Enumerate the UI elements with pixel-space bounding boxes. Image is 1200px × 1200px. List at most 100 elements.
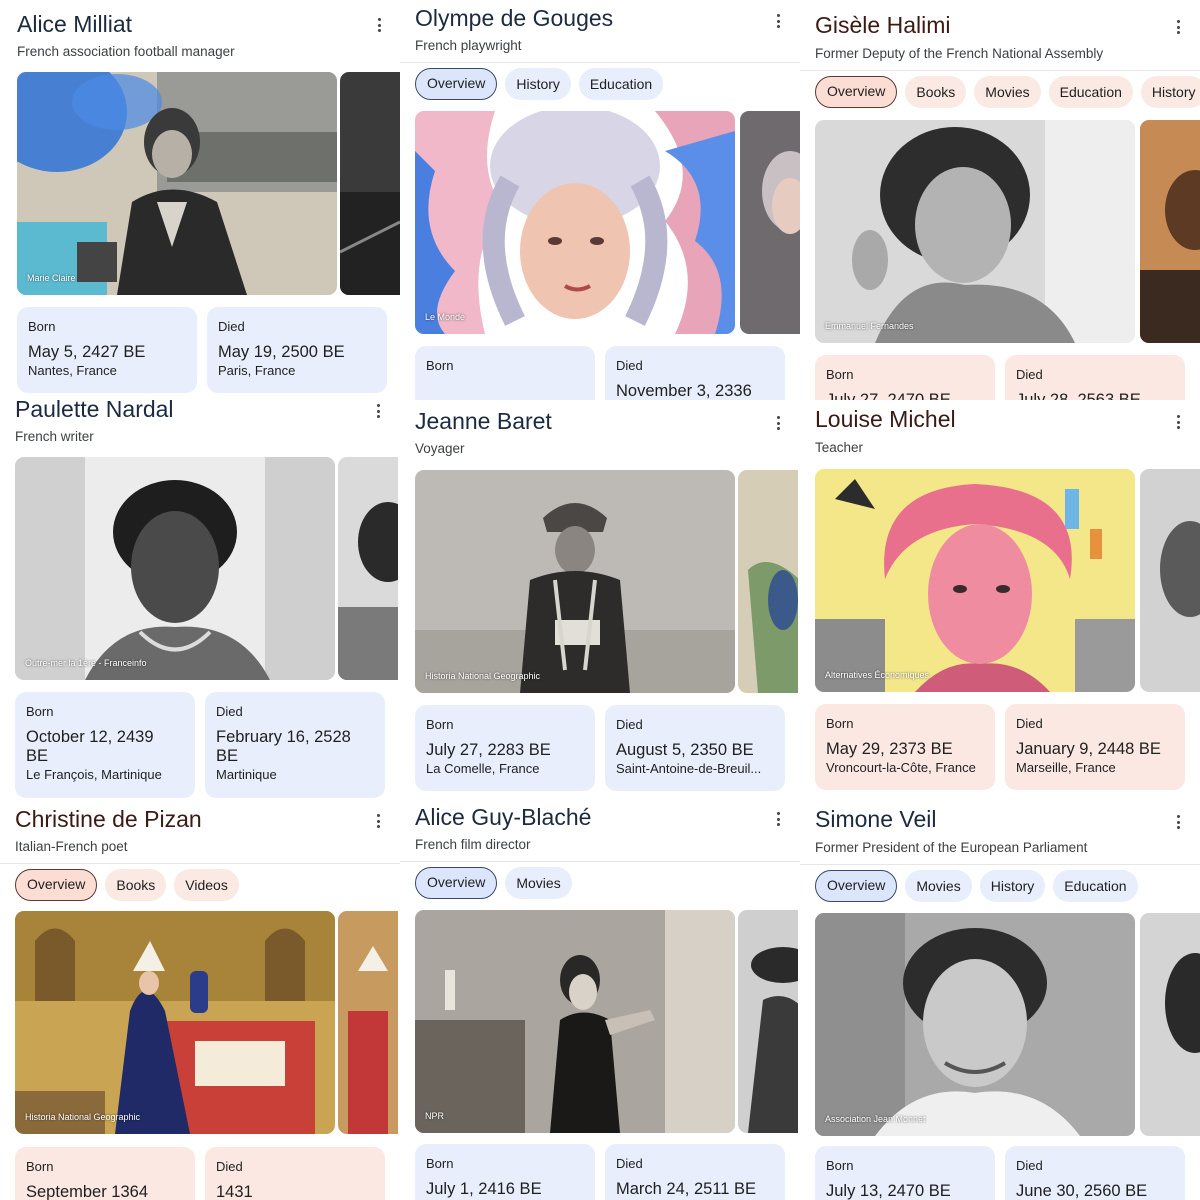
tab-bar: Overview Movies: [415, 867, 572, 899]
born-label: Born: [826, 716, 854, 731]
main-photo[interactable]: Marie Claire: [17, 72, 337, 295]
more-options-icon[interactable]: [377, 814, 381, 830]
more-options-icon[interactable]: [1177, 20, 1181, 36]
tab-education[interactable]: Education: [1053, 870, 1138, 902]
died-date: November 3, 2336: [616, 382, 752, 400]
died-chip[interactable]: Died November 3, 2336: [605, 346, 785, 400]
born-label: Born: [826, 367, 854, 382]
died-label: Died: [216, 1159, 243, 1174]
tab-books[interactable]: Books: [105, 869, 167, 901]
tab-education[interactable]: Education: [1048, 76, 1133, 108]
died-chip[interactable]: Died June 30, 2560 BE: [1005, 1146, 1185, 1200]
died-date: 1431: [216, 1183, 253, 1200]
born-chip[interactable]: Born July 27, 2470 BE: [815, 355, 995, 400]
photo-credit: Historia National Geographic: [25, 1112, 141, 1122]
secondary-photo[interactable]: [338, 911, 398, 1134]
main-photo[interactable]: NPR: [415, 910, 735, 1133]
tab-books[interactable]: Books: [905, 76, 967, 108]
tab-movies[interactable]: Movies: [505, 867, 572, 899]
tab-history[interactable]: History: [1140, 76, 1200, 108]
more-options-icon[interactable]: [377, 404, 381, 420]
died-date: June 30, 2560 BE: [1016, 1182, 1148, 1200]
born-chip[interactable]: Born July 27, 2283 BE La Comelle, France: [415, 705, 595, 791]
died-date: March 24, 2511 BE: [616, 1180, 757, 1198]
secondary-photo[interactable]: [738, 470, 798, 693]
born-date: October 12, 2439 BE: [26, 728, 154, 765]
more-options-icon[interactable]: [1177, 815, 1181, 831]
died-chip[interactable]: Died 1431: [205, 1147, 385, 1200]
died-place: Paris, France: [218, 363, 296, 378]
main-photo[interactable]: Historia National Geographic: [15, 911, 335, 1134]
secondary-photo[interactable]: [338, 457, 398, 680]
born-label: Born: [426, 358, 454, 373]
born-chip[interactable]: Born October 12, 2439 BE Le François, Ma…: [15, 692, 195, 798]
knowledge-card-alice-guy-blache: Alice Guy-Blaché French film director Ov…: [400, 800, 800, 1200]
died-label: Died: [1016, 1158, 1043, 1173]
born-chip[interactable]: Born September 1364: [15, 1147, 195, 1200]
born-chip[interactable]: Born May 29, 2373 BE Vroncourt-la-Côte, …: [815, 704, 995, 790]
photo-credit: Alternatives Économiques: [825, 670, 930, 680]
tab-movies[interactable]: Movies: [905, 870, 972, 902]
born-date: July 27, 2283 BE: [426, 741, 551, 759]
tab-bar: Overview Books Videos: [15, 869, 239, 901]
card-subtitle: French playwright: [415, 38, 522, 53]
main-photo[interactable]: Outre-mer la 1ère - Franceinfo: [15, 457, 335, 680]
photo-credit: Historia National Geographic: [425, 671, 541, 681]
died-chip[interactable]: Died July 28, 2563 BE: [1005, 355, 1185, 400]
knowledge-card-jeanne-baret: Jeanne Baret Voyager Historia National G…: [400, 400, 800, 800]
card-subtitle: French association football manager: [17, 44, 235, 59]
born-chip[interactable]: Born July 1, 2416 BE: [415, 1144, 595, 1200]
tab-history[interactable]: History: [505, 68, 571, 100]
main-photo[interactable]: Emmanuel Fernandes: [815, 120, 1135, 343]
secondary-photo[interactable]: [1140, 469, 1200, 692]
photo-credit: NPR: [425, 1111, 445, 1121]
secondary-photo[interactable]: [740, 111, 800, 334]
died-label: Died: [218, 319, 245, 334]
died-chip[interactable]: Died May 19, 2500 BE Paris, France: [207, 307, 387, 393]
died-chip[interactable]: Died March 24, 2511 BE: [605, 1144, 785, 1200]
more-options-icon[interactable]: [378, 18, 382, 34]
card-title: Simone Veil: [815, 806, 937, 832]
main-photo[interactable]: Le Monde: [415, 111, 735, 334]
main-photo[interactable]: Historia National Geographic: [415, 470, 735, 693]
tab-overview[interactable]: Overview: [415, 867, 498, 899]
secondary-photo[interactable]: [1140, 120, 1200, 343]
born-place: Nantes, France: [28, 363, 117, 378]
tab-overview[interactable]: Overview: [15, 869, 98, 901]
tab-overview[interactable]: Overview: [415, 68, 498, 100]
tab-bar: Overview History Education: [415, 68, 664, 100]
secondary-photo[interactable]: [1140, 913, 1200, 1136]
born-place: Le François, Martinique: [26, 767, 162, 782]
photo-credit: Marie Claire: [27, 273, 76, 283]
main-photo[interactable]: Association Jean Monnet: [815, 913, 1135, 1136]
knowledge-card-christine-de-pizan: Christine de Pizan Italian-French poet O…: [0, 805, 400, 1200]
more-options-icon[interactable]: [777, 812, 781, 828]
more-options-icon[interactable]: [777, 416, 781, 432]
tab-movies[interactable]: Movies: [974, 76, 1041, 108]
died-chip[interactable]: Died February 16, 2528 BE Martinique: [205, 692, 385, 798]
divider: [800, 70, 1200, 71]
card-title: Jeanne Baret: [415, 408, 552, 434]
main-photo[interactable]: Alternatives Économiques: [815, 469, 1135, 692]
tab-bar: Overview Books Movies Education History: [815, 76, 1200, 108]
tab-education[interactable]: Education: [578, 68, 664, 100]
tab-videos[interactable]: Videos: [174, 869, 239, 901]
tab-overview[interactable]: Overview: [815, 870, 898, 902]
tab-history[interactable]: History: [979, 870, 1046, 902]
died-label: Died: [616, 358, 643, 373]
born-chip[interactable]: Born July 13, 2470 BE: [815, 1146, 995, 1200]
secondary-photo[interactable]: [738, 910, 798, 1133]
died-label: Died: [1016, 716, 1043, 731]
more-options-icon[interactable]: [1177, 415, 1181, 431]
tab-overview[interactable]: Overview: [815, 76, 898, 108]
card-title: Gisèle Halimi: [815, 12, 951, 38]
died-chip[interactable]: Died January 9, 2448 BE Marseille, Franc…: [1005, 704, 1185, 790]
died-date: January 9, 2448 BE: [1016, 740, 1161, 758]
born-place: La Comelle, France: [426, 761, 540, 776]
more-options-icon[interactable]: [777, 14, 781, 30]
secondary-photo[interactable]: [340, 72, 400, 295]
born-chip[interactable]: Born: [415, 346, 595, 400]
born-chip[interactable]: Born May 5, 2427 BE Nantes, France: [17, 307, 197, 393]
died-label: Died: [216, 704, 243, 719]
died-chip[interactable]: Died August 5, 2350 BE Saint-Antoine-de-…: [605, 705, 785, 791]
